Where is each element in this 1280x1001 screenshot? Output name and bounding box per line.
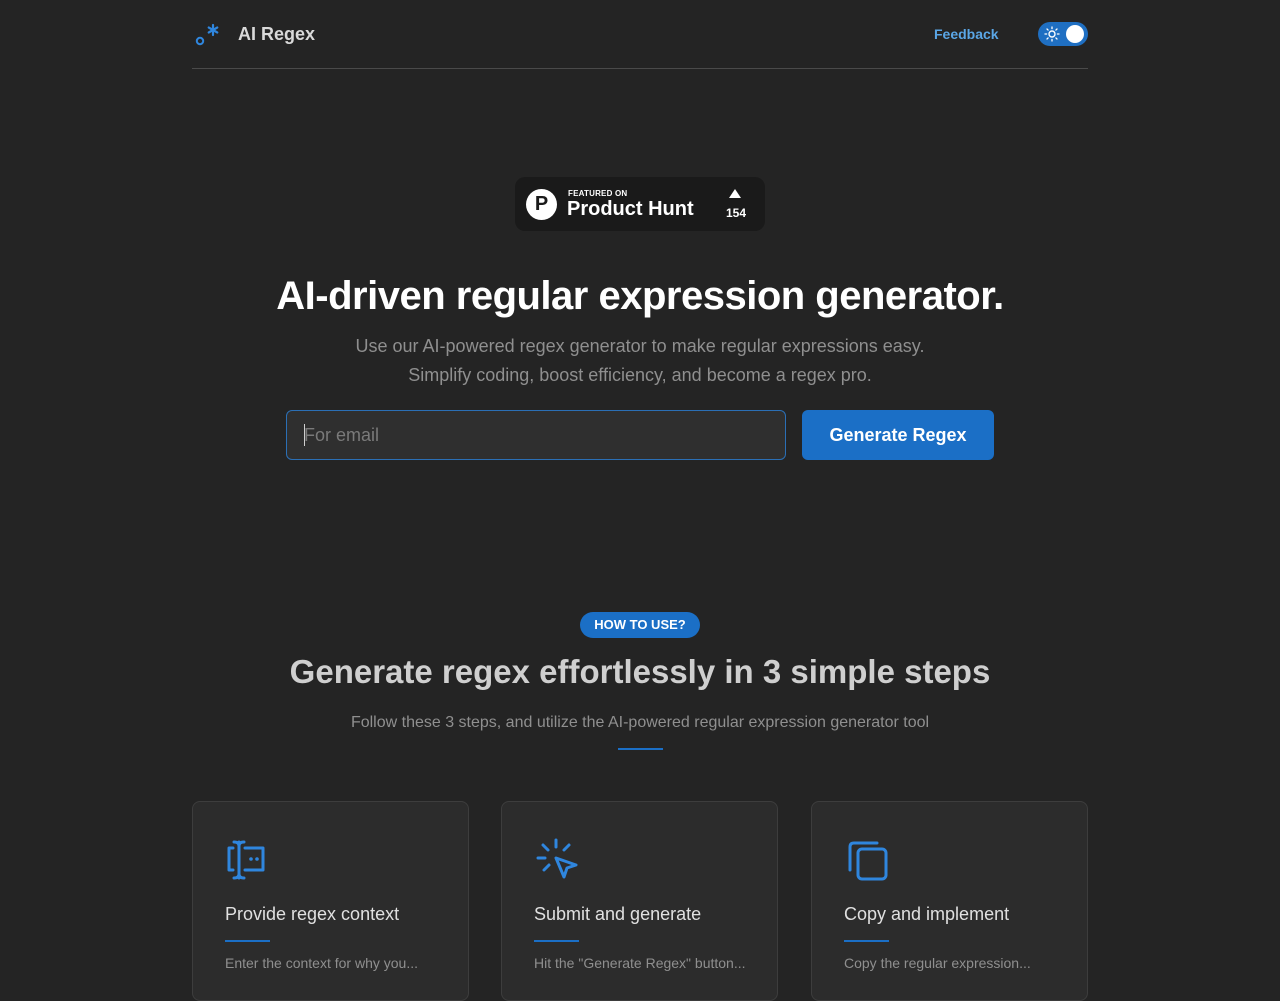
step-card-title: Submit and generate: [534, 904, 702, 924]
toggle-knob: [1066, 25, 1084, 43]
step-card-title: Copy and implement: [844, 904, 1010, 924]
step-card-3: Copy and implement Copy the regular expr…: [811, 801, 1088, 1001]
pointer-click-icon: [536, 838, 578, 879]
step-card-2: Submit and generate Hit the "Generate Re…: [501, 801, 778, 1001]
step-card-description: Enter the context for why you...: [225, 955, 418, 971]
step-card-divider: [534, 940, 579, 942]
feedback-link[interactable]: Feedback: [934, 26, 999, 42]
upvote-arrow-icon: [729, 189, 741, 198]
step-card-description: Hit the "Generate Regex" button...: [534, 955, 746, 971]
hero-subtitle-line-1: Use our AI-powered regex generator to ma…: [355, 336, 925, 356]
generate-regex-button[interactable]: Generate Regex: [802, 410, 994, 460]
regex-context-input[interactable]: [286, 410, 786, 460]
upvote-count: 154: [725, 206, 747, 220]
step-card-title: Provide regex context: [225, 904, 400, 924]
step-card-divider: [844, 940, 889, 942]
hero-subtitle-line-2: Simplify coding, boost efficiency, and b…: [408, 365, 872, 385]
product-hunt-badge[interactable]: P FEATURED ON Product Hunt 154: [515, 177, 765, 231]
product-hunt-name: Product Hunt: [567, 198, 694, 220]
regex-logo-icon[interactable]: [194, 22, 222, 48]
product-hunt-logo-letter: P: [534, 193, 549, 215]
hero-title: AI-driven regular expression generator.: [276, 274, 1004, 318]
product-hunt-logo-icon: P: [526, 189, 557, 220]
text-cursor-icon: [227, 840, 265, 880]
copy-icon: [848, 841, 888, 881]
sun-icon: [1044, 26, 1060, 42]
product-hunt-featured-label: FEATURED ON: [568, 189, 628, 198]
step-card-1: Provide regex context Enter the context …: [192, 801, 469, 1001]
step-card-divider: [225, 940, 270, 942]
steps-divider: [618, 748, 663, 750]
steps-title: Generate regex effortlessly in 3 simple …: [289, 653, 991, 690]
step-card-description: Copy the regular expression...: [844, 955, 1031, 971]
site-header: AI Regex Feedback: [192, 0, 1088, 69]
theme-toggle[interactable]: [1038, 22, 1088, 46]
how-to-use-badge: HOW TO USE?: [580, 612, 700, 638]
brand-name[interactable]: AI Regex: [238, 24, 315, 45]
steps-subtitle: Follow these 3 steps, and utilize the AI…: [350, 714, 930, 731]
text-caret: [304, 424, 305, 446]
